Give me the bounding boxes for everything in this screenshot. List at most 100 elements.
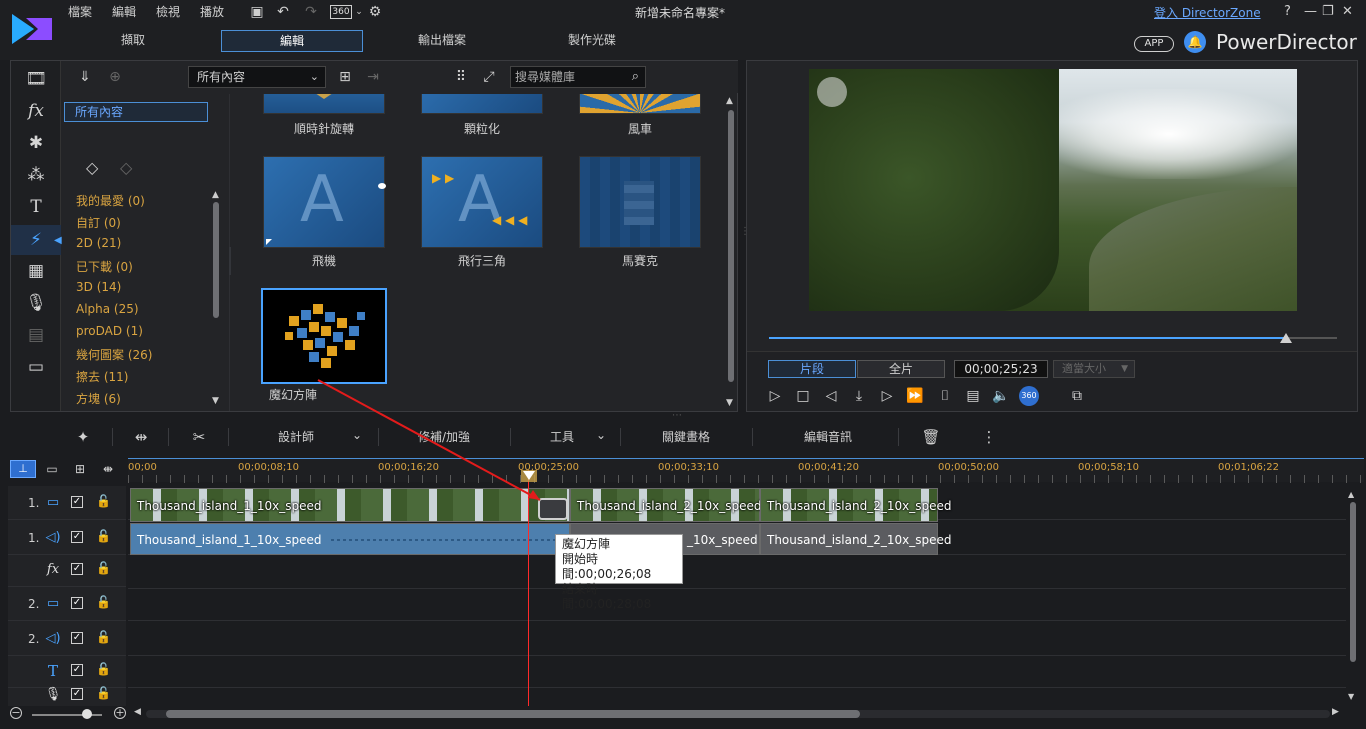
storyboard-view-icon[interactable]: ▭ bbox=[42, 460, 62, 478]
category-scrollbar[interactable]: ▲ ▼ bbox=[212, 190, 219, 406]
transition-thumb-airplane[interactable]: A bbox=[263, 156, 386, 248]
gear-icon[interactable]: ⚙ bbox=[366, 3, 384, 21]
track-manager-icon[interactable]: ⊞ bbox=[70, 460, 90, 478]
download-icon[interactable]: ⊕ bbox=[106, 68, 124, 86]
lock-icon[interactable]: 🔓 bbox=[96, 630, 111, 646]
effect-room-icon[interactable]: fx bbox=[23, 99, 49, 123]
transition-thumb-grain[interactable] bbox=[421, 94, 543, 114]
track-enable-checkbox[interactable]: ✓ bbox=[71, 597, 83, 609]
track-enable-checkbox[interactable]: ✓ bbox=[71, 688, 83, 700]
movie-mode-button[interactable]: 全片 bbox=[857, 360, 945, 378]
chapter-room-icon[interactable]: ▤ bbox=[23, 323, 49, 347]
video-preview[interactable] bbox=[809, 69, 1297, 311]
scroll-up-icon[interactable]: ▲ bbox=[212, 190, 219, 200]
category-item[interactable]: 我的最愛 (0) bbox=[76, 192, 145, 209]
play-icon[interactable]: ▷ bbox=[765, 386, 785, 406]
next-frame-icon[interactable]: ▷ bbox=[877, 386, 897, 406]
add-tag-icon[interactable]: ◇ bbox=[86, 158, 98, 177]
notification-bell-icon[interactable]: 🔔 bbox=[1184, 31, 1206, 53]
more-features-icon[interactable]: ⋮ bbox=[978, 426, 1000, 448]
subtitle-icon[interactable]: ▤ bbox=[963, 386, 983, 406]
snapshot-icon[interactable]: ⌷ bbox=[935, 386, 955, 406]
video-clip[interactable]: Thousand_island_2_10x_speed bbox=[760, 488, 951, 522]
track-enable-checkbox[interactable]: ✓ bbox=[71, 531, 83, 543]
tab-capture[interactable]: 擷取 bbox=[74, 30, 192, 52]
menu-play[interactable]: 播放 bbox=[200, 3, 224, 20]
close-icon[interactable]: ✕ bbox=[1342, 4, 1353, 19]
grid-scrollbar[interactable]: ▲ ▼ bbox=[725, 94, 737, 411]
scroll-right-icon[interactable]: ▶ bbox=[1332, 707, 1339, 717]
video-clip[interactable]: Thousand_island_1_10x_speed bbox=[130, 488, 570, 522]
library-filter-select[interactable]: 所有內容 ⌄ bbox=[188, 66, 326, 88]
scroll-up-icon[interactable]: ▲ bbox=[726, 96, 733, 106]
track-enable-checkbox[interactable]: ✓ bbox=[71, 496, 83, 508]
chevron-down-icon[interactable]: ⌄ bbox=[596, 428, 606, 442]
redo-icon[interactable]: ↷ bbox=[302, 3, 320, 21]
trim-scissors-icon[interactable]: ✂ bbox=[188, 426, 210, 448]
undock-preview-icon[interactable]: ⧉ bbox=[1067, 386, 1087, 406]
category-item[interactable]: proDAD (1) bbox=[76, 324, 143, 338]
voiceover-room-icon[interactable]: 🎙 bbox=[23, 291, 49, 315]
timeline-ruler[interactable]: 00;00 00;00;08;10 00;00;16;20 00;00;25;0… bbox=[128, 458, 1364, 483]
scroll-down-icon[interactable]: ▼ bbox=[212, 396, 219, 406]
menu-edit[interactable]: 編輯 bbox=[112, 3, 136, 20]
tab-create-disc[interactable]: 製作光碟 bbox=[532, 30, 652, 52]
scroll-up-icon[interactable]: ▲ bbox=[1348, 490, 1354, 499]
category-item[interactable]: 自訂 (0) bbox=[76, 214, 121, 231]
audio-mixing-room-icon[interactable]: ▦ bbox=[23, 259, 49, 283]
add-to-library-icon[interactable]: ⊞ bbox=[336, 68, 354, 86]
zoom-in-icon[interactable]: + bbox=[114, 707, 126, 719]
chevron-down-icon[interactable]: ⌄ bbox=[352, 428, 362, 442]
grid-scroll-thumb[interactable] bbox=[728, 110, 734, 382]
transition-room-icon[interactable]: ⚡ bbox=[23, 228, 49, 252]
category-item[interactable]: 方塊 (6) bbox=[76, 390, 121, 407]
timeline-vertical-thumb[interactable] bbox=[1350, 502, 1356, 662]
fullscreen-library-icon[interactable]: ⤢ bbox=[480, 68, 498, 86]
title-room-icon[interactable]: T bbox=[23, 195, 49, 219]
360-toggle-icon[interactable]: 360 bbox=[330, 5, 352, 19]
preview-size-select[interactable]: 適當大小 ▼ bbox=[1053, 360, 1135, 378]
track-enable-checkbox[interactable]: ✓ bbox=[71, 563, 83, 575]
lock-icon[interactable]: 🔓 bbox=[96, 494, 111, 510]
playhead-handle[interactable] bbox=[521, 470, 537, 482]
audio-clip[interactable]: Thousand_island_2_10x_speed bbox=[760, 523, 951, 555]
trash-icon[interactable]: 🗑 bbox=[920, 426, 942, 448]
transition-thumb-clockwise[interactable] bbox=[263, 94, 385, 114]
designer-menu[interactable]: 設計師 bbox=[278, 428, 314, 445]
import-media-icon[interactable]: ⇓ bbox=[76, 68, 94, 86]
media-room-icon[interactable]: 🎞 bbox=[23, 67, 49, 91]
category-item[interactable]: 幾何圖案 (26) bbox=[76, 346, 152, 363]
pip-room-icon[interactable]: ✱ bbox=[23, 131, 49, 155]
seek-handle[interactable] bbox=[1280, 333, 1292, 343]
tab-produce[interactable]: 輸出檔案 bbox=[382, 30, 502, 52]
magic-tools-icon[interactable]: ✦ bbox=[72, 426, 94, 448]
360-view-icon[interactable]: 360 bbox=[1019, 386, 1039, 406]
stop-icon[interactable]: □ bbox=[793, 386, 813, 406]
fix-enhance-button[interactable]: 修補/加強 bbox=[418, 428, 470, 445]
save-icon[interactable]: ▣ bbox=[248, 3, 266, 21]
remove-tag-icon[interactable]: ◇ bbox=[120, 158, 132, 177]
transition-thumb-flying-triangle[interactable]: A ▶ ▶ ◀ ◀ ◀ bbox=[421, 156, 543, 248]
timeline-horizontal-thumb[interactable] bbox=[166, 710, 860, 718]
edit-audio-button[interactable]: 編輯音訊 bbox=[804, 428, 852, 445]
tab-edit[interactable]: 編輯 bbox=[221, 30, 363, 52]
zoom-out-icon[interactable]: − bbox=[10, 707, 22, 719]
zoom-slider-handle[interactable] bbox=[82, 709, 92, 719]
directorzone-login-link[interactable]: 登入 DirectorZone bbox=[1154, 4, 1261, 21]
track-enable-checkbox[interactable]: ✓ bbox=[71, 632, 83, 644]
minimize-icon[interactable]: — bbox=[1304, 4, 1317, 19]
subtitle-room-icon[interactable]: ▭ bbox=[23, 355, 49, 379]
transition-marker[interactable] bbox=[538, 498, 568, 520]
menu-view[interactable]: 檢視 bbox=[156, 3, 180, 20]
previous-frame-icon[interactable]: ◁ bbox=[821, 386, 841, 406]
timeline-vertical-scrollbar[interactable]: ▲ ▼ bbox=[1348, 490, 1358, 706]
lock-icon[interactable]: 🔓 bbox=[96, 686, 111, 702]
transition-thumb-mosaic[interactable] bbox=[579, 156, 701, 248]
audio-clip[interactable]: Thousand_island_1_10x_speed bbox=[130, 523, 570, 555]
export-icon[interactable]: ⇥ bbox=[364, 68, 382, 86]
clip-mode-button[interactable]: 片段 bbox=[768, 360, 856, 378]
grid-view-icon[interactable]: ⠿ bbox=[452, 68, 470, 86]
scroll-left-icon[interactable]: ◀ bbox=[134, 707, 141, 717]
split-marker-icon[interactable]: ⤓ bbox=[849, 386, 869, 406]
lock-icon[interactable]: 🔓 bbox=[96, 561, 111, 577]
